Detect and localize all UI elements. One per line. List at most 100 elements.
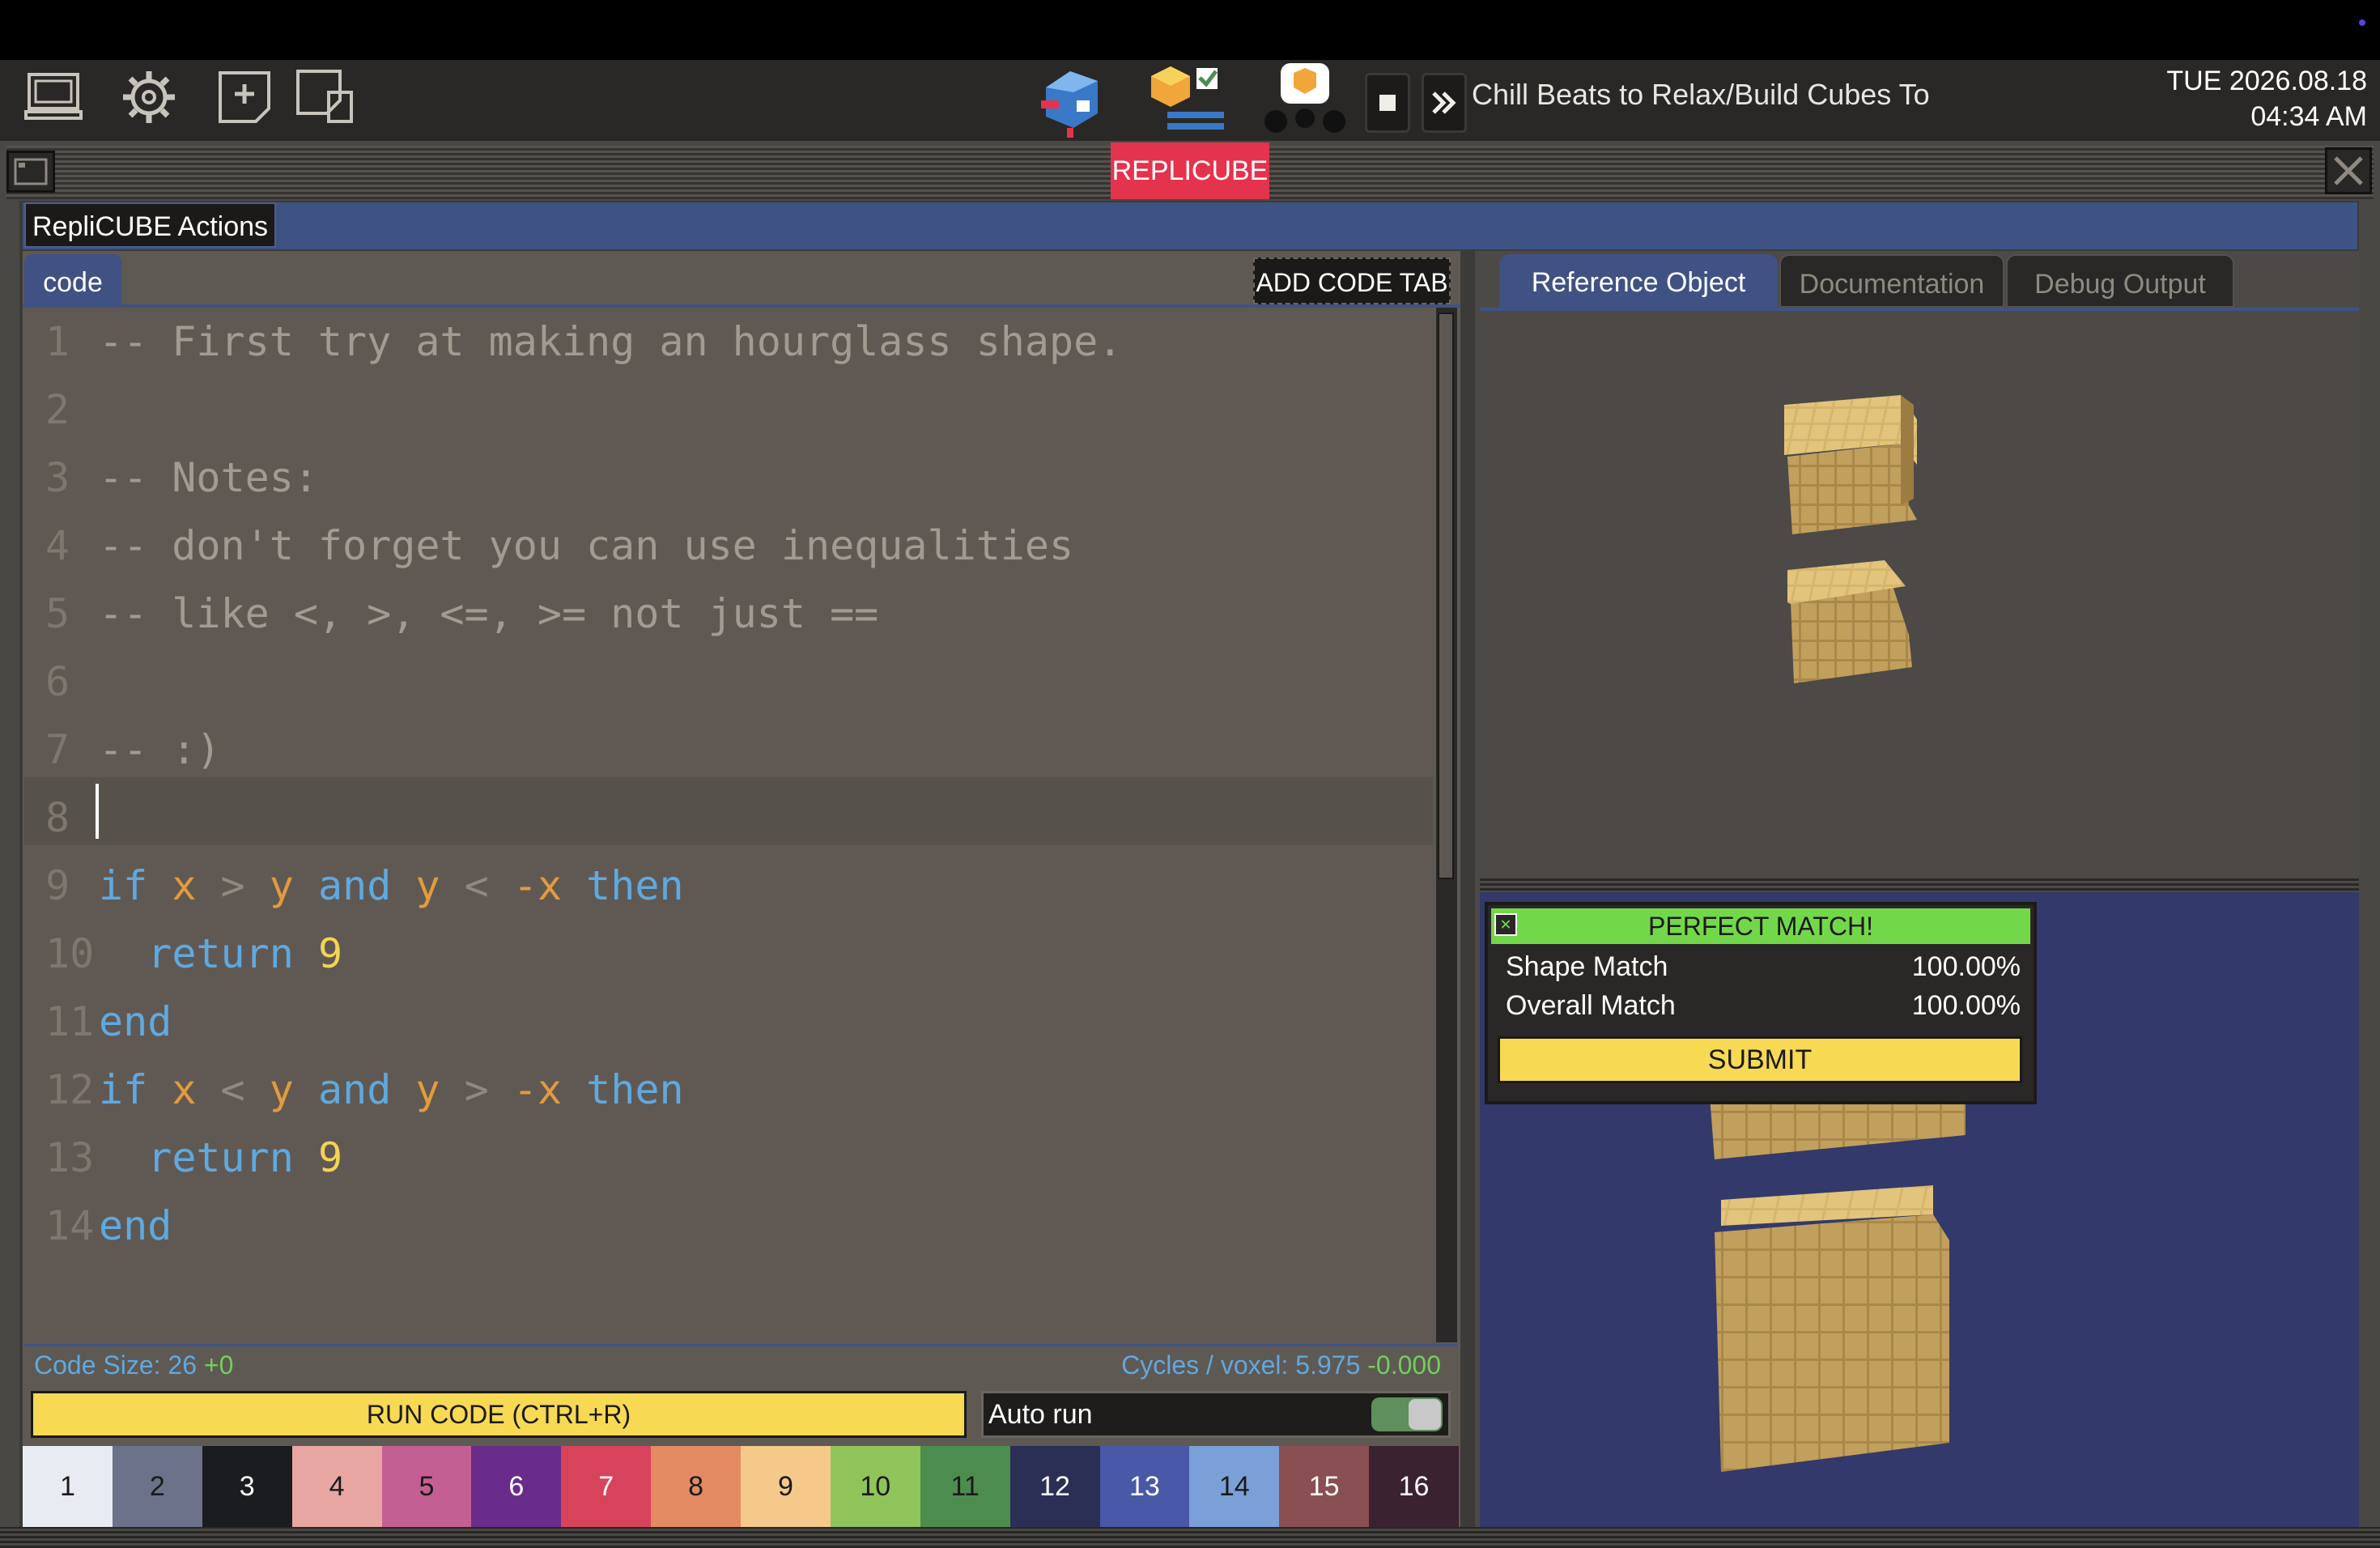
upper-block-side [1901, 395, 1914, 505]
dialog-close-icon[interactable]: ✕ [1494, 913, 1517, 936]
color-swatch[interactable]: 15 [1279, 1446, 1370, 1527]
tab-documentation[interactable]: Documentation [1779, 254, 2004, 308]
tab-debug-output[interactable]: Debug Output [2006, 254, 2234, 308]
cycles-readout: Cycles / voxel: 5.975 -0.000 [1121, 1346, 1441, 1384]
clock-date: TUE 2026.08.18 [2166, 66, 2367, 96]
line-number: 10 [45, 930, 95, 977]
color-swatch[interactable]: 10 [830, 1446, 920, 1527]
cycles-label: Cycles / voxel: 5.975 [1121, 1350, 1361, 1380]
new-file-icon[interactable] [215, 68, 274, 126]
add-code-tab-button[interactable]: ADD CODE TAB [1253, 257, 1451, 304]
code-line[interactable]: 11 end [24, 988, 1433, 1056]
code-line[interactable]: 12 if x < y and y > -x then [24, 1056, 1433, 1124]
line-text: end [99, 998, 172, 1045]
cycles-delta: -0.000 [1367, 1350, 1441, 1380]
mailbox-icon[interactable] [1038, 63, 1106, 138]
code-line[interactable]: 14 end [24, 1192, 1433, 1260]
line-text: -- like <, >, <=, >= not just == [99, 590, 879, 637]
color-swatch[interactable]: 16 [1369, 1446, 1459, 1527]
code-line[interactable]: 5 -- like <, >, <=, >= not just == [24, 580, 1433, 648]
code-line[interactable]: 10 return 9 [24, 920, 1433, 988]
reference-object-viewport[interactable] [1480, 308, 2359, 878]
code-lines[interactable]: 1 -- First try at making an hourglass sha… [24, 308, 1433, 1342]
gear-icon[interactable] [120, 68, 178, 126]
line-text: return 9 [147, 930, 343, 977]
submit-button[interactable]: SUBMIT [1498, 1036, 2022, 1083]
color-swatch[interactable]: 12 [1009, 1446, 1100, 1527]
window-bottom-border [0, 1527, 2380, 1548]
overall-match-value: 100.00% [1911, 990, 2021, 1021]
overall-match-row: Overall Match 100.00% [1506, 986, 2021, 1025]
color-swatch[interactable]: 11 [920, 1446, 1010, 1527]
autorun-toggle-knob[interactable] [1409, 1399, 1441, 1430]
line-number: 8 [45, 794, 70, 841]
window-title: REPLICUBE [1111, 142, 1269, 199]
code-line[interactable]: 2 [24, 376, 1433, 444]
shape-match-row: Shape Match 100.00% [1506, 947, 2021, 986]
shape-match-label: Shape Match [1506, 951, 1668, 982]
code-line[interactable]: 9 if x > y and y < -x then [24, 852, 1433, 920]
code-line[interactable]: 1 -- First try at making an hourglass sha… [24, 308, 1433, 376]
color-swatch[interactable]: 4 [291, 1446, 382, 1527]
code-line[interactable]: 8 [24, 784, 1433, 852]
line-text: -- Notes: [99, 454, 318, 501]
close-icon [2334, 156, 2363, 185]
line-text: if x > y and y < -x then [99, 862, 684, 909]
line-text: end [99, 1202, 172, 1249]
color-palette: 1 2 3 4 5 6 7 8 9 10 11 12 13 14 15 16 [23, 1446, 1459, 1527]
shape-match-value: 100.00% [1911, 951, 2021, 982]
line-number: 9 [45, 862, 70, 909]
stop-button[interactable] [1365, 73, 1410, 133]
color-swatch[interactable]: 5 [381, 1446, 472, 1527]
run-code-button[interactable]: RUN CODE (CTRL+R) [31, 1391, 967, 1438]
color-swatch[interactable]: 2 [112, 1446, 202, 1527]
color-swatch[interactable]: 14 [1189, 1446, 1280, 1527]
code-line[interactable]: 13 return 9 [24, 1124, 1433, 1192]
color-swatch[interactable]: 6 [471, 1446, 562, 1527]
code-size-readout: Code Size: 26 +0 [34, 1346, 233, 1384]
top-system-bar [0, 0, 2380, 60]
fast-forward-icon [1432, 91, 1456, 114]
actions-menu[interactable]: RepliCUBE Actions [24, 202, 277, 248]
skip-button[interactable] [1422, 73, 1467, 133]
color-swatch[interactable]: 13 [1099, 1446, 1190, 1527]
cube-tasks-icon[interactable] [1143, 62, 1232, 139]
editor-scrollbar-thumb[interactable] [1438, 313, 1454, 879]
code-line[interactable]: 4 -- don't forget you can use inequalitie… [24, 512, 1433, 580]
color-swatch[interactable]: 9 [741, 1446, 831, 1527]
reference-object-render [1784, 395, 1917, 683]
window-menu-button[interactable] [6, 151, 55, 193]
code-size-label: Code Size: 26 [34, 1350, 198, 1380]
line-text: if x < y and y > -x then [99, 1066, 684, 1113]
color-swatch[interactable]: 8 [651, 1446, 741, 1527]
line-number: 3 [45, 454, 70, 501]
line-number: 12 [45, 1066, 95, 1113]
code-line[interactable]: 7 -- :) [24, 716, 1433, 784]
tab-code[interactable]: code [24, 254, 121, 308]
overall-match-label: Overall Match [1506, 990, 1676, 1021]
code-line[interactable]: 3 -- Notes: [24, 444, 1433, 512]
code-size-delta: +0 [203, 1350, 234, 1380]
line-text: -- :) [99, 726, 221, 773]
line-text: -- don't forget you can use inequalities [99, 522, 1074, 569]
viewport-splitter[interactable] [1480, 876, 2359, 891]
code-line[interactable]: 6 [24, 648, 1433, 716]
upper-block-front [1787, 444, 1917, 534]
line-number: 2 [45, 386, 70, 433]
tab-reference-object[interactable]: Reference Object [1499, 254, 1778, 308]
window-icon[interactable] [295, 68, 353, 126]
color-swatch[interactable]: 7 [561, 1446, 652, 1527]
color-swatch[interactable]: 1 [23, 1446, 113, 1527]
line-number: 5 [45, 590, 70, 637]
stop-icon [1379, 95, 1396, 111]
clock: TUE 2026.08.18 04:34 AM [2166, 63, 2367, 134]
chat-cube-icon[interactable] [1258, 62, 1347, 139]
window-close-button[interactable] [2325, 147, 2372, 194]
actions-bar [23, 202, 2357, 249]
line-number: 11 [45, 998, 95, 1045]
color-swatch[interactable]: 3 [202, 1446, 292, 1527]
computer-icon[interactable] [24, 68, 83, 126]
clock-time: 04:34 AM [2250, 101, 2367, 132]
line-text: -- First try at making an hourglass shap… [99, 318, 1123, 365]
lower-block-front [1715, 1214, 1949, 1472]
